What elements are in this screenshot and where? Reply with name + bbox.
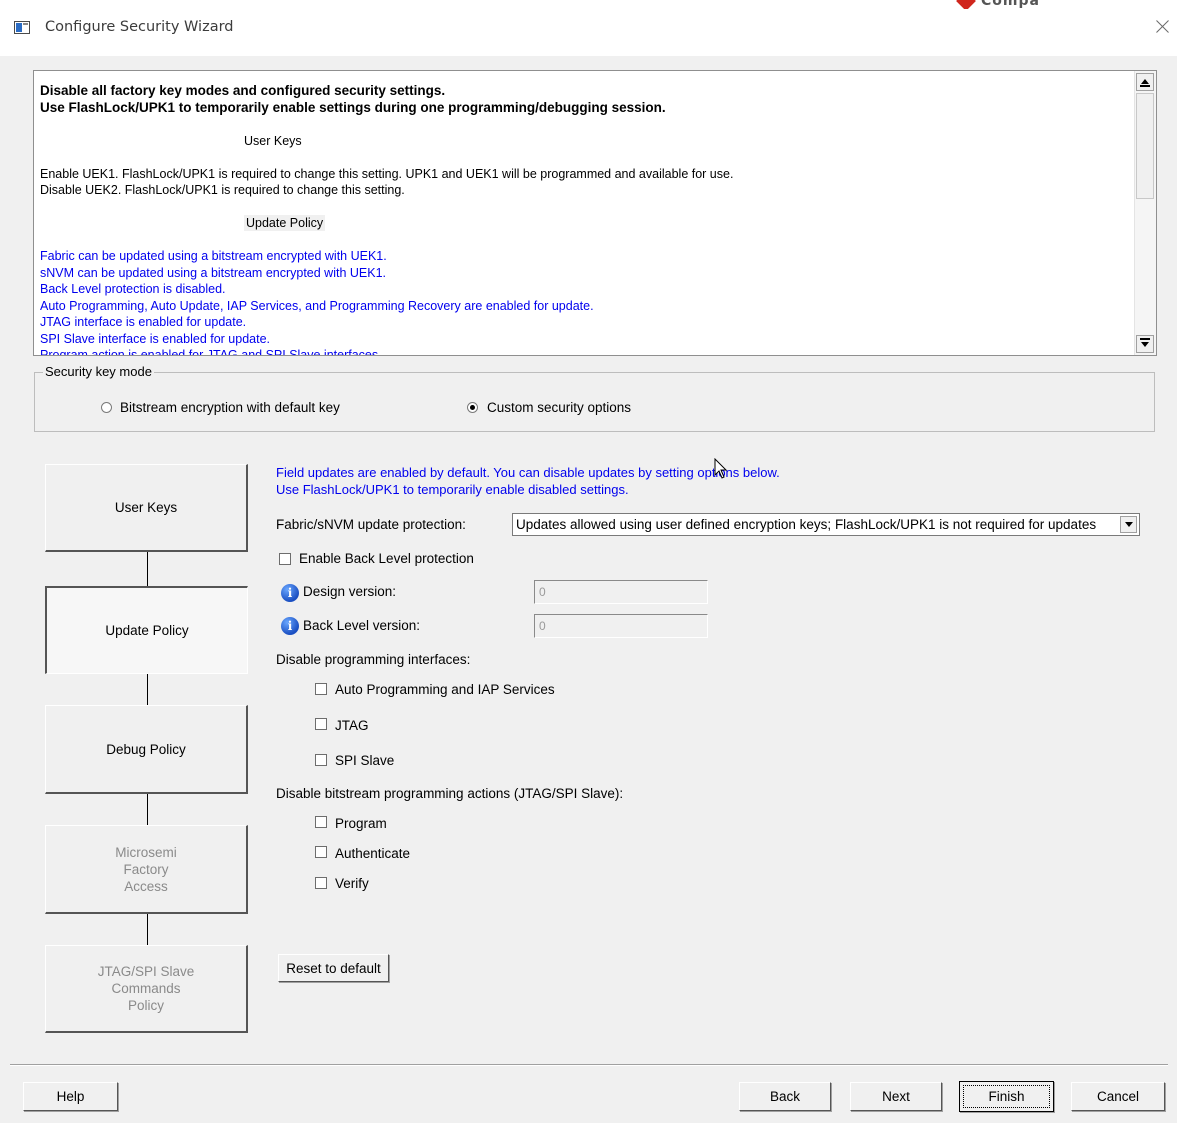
background-brand: Compa [945,0,1177,9]
step-user-keys[interactable]: User Keys [45,464,248,552]
security-key-mode-legend: Security key mode [43,364,154,379]
scroll-thumb[interactable] [1136,93,1154,199]
back-level-label[interactable]: Enable Back Level protection [299,551,474,566]
protection-select-value: Updates allowed using user defined encry… [516,517,1097,532]
summary-line [40,116,1130,133]
summary-line: Program action is enabled for JTAG and S… [40,348,382,356]
back-level-version-field: 0 [534,614,708,638]
summary-line: Disable all factory key modes and config… [40,83,446,98]
summary-line [40,232,1130,249]
step-update-policy[interactable]: Update Policy [45,586,248,674]
reset-to-default-button[interactable]: Reset to default [278,954,389,982]
finish-button[interactable]: Finish [959,1081,1054,1112]
summary-text-area[interactable]: Disable all factory key modes and config… [33,70,1157,356]
info-icon: i [281,584,299,602]
summary-line: Fabric can be updated using a bitstream … [40,249,387,263]
window-title: Configure Security Wizard [45,19,234,35]
verify-checkbox[interactable] [315,877,327,889]
step-connector [147,674,148,705]
step-microsemi-factory-access: Microsemi Factory Access [45,825,248,914]
summary-line [40,149,1130,166]
design-version-label: Design version: [303,584,397,599]
footer-separator [10,1064,1168,1066]
radio-default-key-label[interactable]: Bitstream encryption with default key [120,400,340,415]
summary-line: Disable UEK2. FlashLock/UPK1 is required… [40,183,405,197]
summary-section-heading: Update Policy [244,215,326,231]
step-connector [147,794,148,825]
summary-scrollbar[interactable] [1134,71,1156,355]
jtag-label[interactable]: JTAG [335,718,369,733]
summary-section-heading: User Keys [244,133,302,148]
design-version-field: 0 [534,580,708,604]
radio-default-key[interactable] [101,402,112,413]
interfaces-heading: Disable programming interfaces: [276,652,471,667]
summary-line: Enable UEK1. FlashLock/UPK1 is required … [40,166,734,181]
step-debug-policy[interactable]: Debug Policy [45,705,248,794]
cancel-button[interactable]: Cancel [1071,1082,1165,1111]
summary-line: Use FlashLock/UPK1 to temporarily enable… [40,99,666,115]
back-level-checkbox[interactable] [279,553,291,565]
summary-content: Disable all factory key modes and config… [40,83,1130,356]
auto-programming-checkbox[interactable] [315,683,327,695]
authenticate-checkbox[interactable] [315,846,327,858]
protection-select[interactable]: Updates allowed using user defined encry… [512,513,1140,536]
summary-line [40,199,1130,216]
summary-line: Back Level protection is disabled. [40,282,226,296]
radio-custom-security[interactable] [467,402,478,413]
back-button[interactable]: Back [739,1082,831,1111]
scroll-up-button[interactable] [1136,73,1154,91]
spi-slave-label[interactable]: SPI Slave [335,753,394,768]
info-icon: i [281,617,299,635]
program-label[interactable]: Program [335,816,387,831]
program-checkbox[interactable] [315,816,327,828]
auto-programming-label[interactable]: Auto Programming and IAP Services [335,682,555,697]
step-connector [147,552,148,586]
step-connector [147,914,148,945]
summary-line: SPI Slave interface is enabled for updat… [40,331,271,346]
chevron-down-icon[interactable] [1120,516,1137,533]
step-jtag-spi-commands-policy: JTAG/SPI Slave Commands Policy [45,945,248,1033]
authenticate-label[interactable]: Authenticate [335,846,410,861]
spi-slave-checkbox[interactable] [315,754,327,766]
brand-logo-icon [956,0,976,9]
summary-line: Auto Programming, Auto Update, IAP Servi… [40,298,594,313]
summary-line: JTAG interface is enabled for update. [40,315,247,329]
window-icon [14,21,30,34]
protection-label: Fabric/sNVM update protection: [276,517,466,532]
verify-label[interactable]: Verify [335,876,369,891]
summary-line: sNVM can be updated using a bitstream en… [40,265,387,280]
info-text-line1: Field updates are enabled by default. Yo… [276,465,780,480]
mouse-cursor-icon [714,458,728,479]
actions-heading: Disable bitstream programming actions (J… [276,786,624,801]
scroll-down-button[interactable] [1136,335,1154,353]
back-level-version-label: Back Level version: [303,618,421,633]
info-text-line2: Use FlashLock/UPK1 to temporarily enable… [276,482,629,497]
radio-custom-security-label[interactable]: Custom security options [487,400,631,415]
close-icon[interactable] [1152,14,1174,38]
help-button[interactable]: Help [23,1082,118,1111]
next-button[interactable]: Next [850,1082,942,1111]
jtag-checkbox[interactable] [315,718,327,730]
